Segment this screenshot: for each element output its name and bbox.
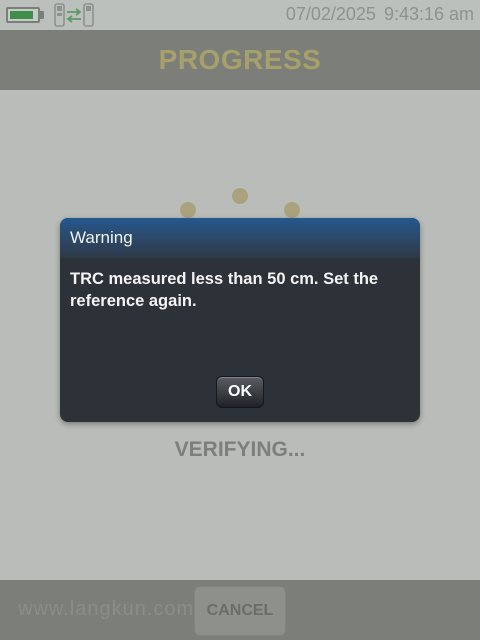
battery-icon [6,7,40,23]
status-time: 9:43:16 am [383,4,474,24]
footer: www.langkun.com CANCEL [0,580,480,640]
ok-button[interactable]: OK [216,376,264,408]
status-bar: 07/02/2025 9:43:16 am [0,0,480,30]
warning-dialog: Warning TRC measured less than 50 cm. Se… [60,218,420,422]
progress-status-text: VERIFYING... [174,438,306,461]
loading-dot [180,202,196,218]
loading-dot [284,202,300,218]
page-title: PROGRESS [158,44,322,75]
device-transfer-icon [54,3,94,27]
dialog-message: TRC measured less than 50 cm. Set the re… [70,270,379,310]
datetime: 07/02/2025 9:43:16 am [286,4,474,25]
header: PROGRESS [0,30,480,90]
cancel-button[interactable]: CANCEL [194,586,286,636]
watermark-text: www.langkun.com [18,598,195,620]
status-date: 07/02/2025 [285,4,376,24]
battery-tip [40,11,44,19]
dialog-titlebar: Warning [60,218,420,258]
battery-level [10,11,33,19]
dialog-title: Warning [70,228,133,247]
loading-dot [232,188,248,204]
